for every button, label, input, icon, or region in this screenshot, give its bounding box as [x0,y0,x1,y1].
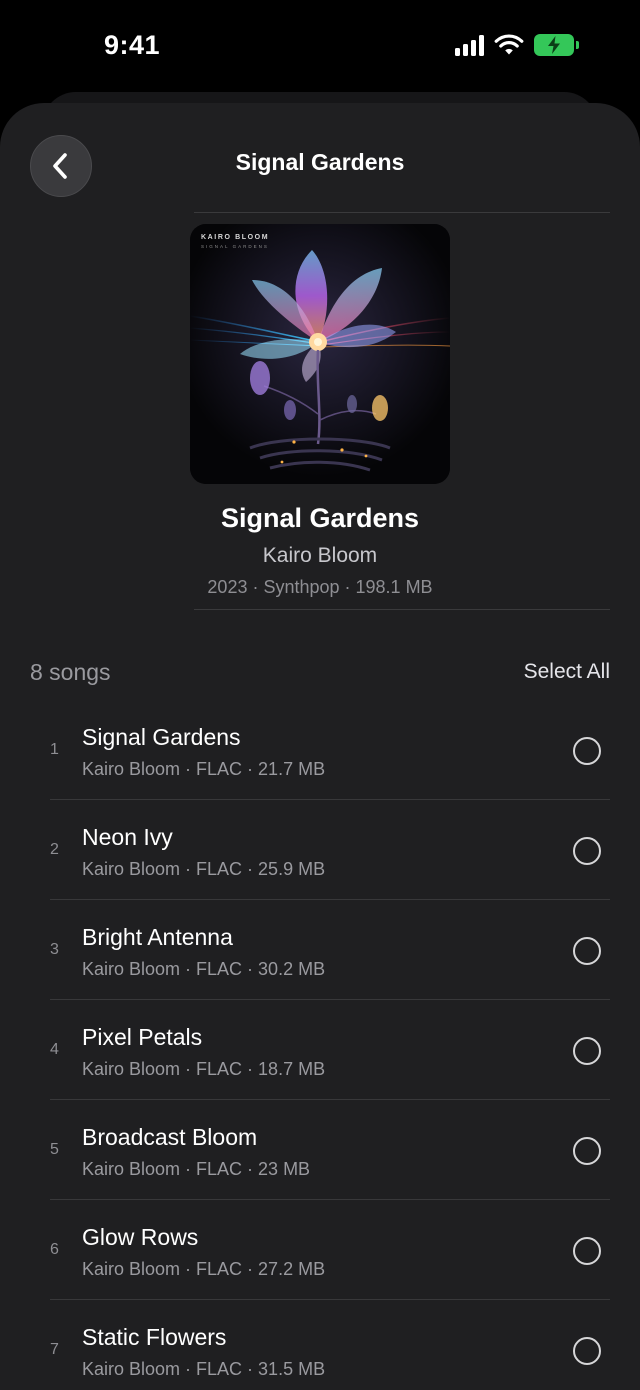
album-cover-art [190,224,450,484]
track-row[interactable]: 4 Pixel Petals Kairo Bloom · FLAC · 18.7 M… [0,1000,640,1100]
track-number: 7 [50,1341,59,1358]
screen: 9:41 Signal Gardens KAIRO BLOOM SIGNAL G… [0,0,640,1390]
track-number: 6 [50,1241,59,1258]
wifi-icon [494,34,524,55]
status-bar: 9:41 [0,0,640,92]
track-number: 5 [50,1141,59,1158]
select-all-button[interactable]: Select All [524,660,610,684]
status-time: 9:41 [104,30,161,60]
track-subtitle: Kairo Bloom · FLAC · 23 MB [82,1159,311,1179]
cover-artist-text: KAIRO BLOOM [201,234,270,241]
track-number: 1 [50,741,59,758]
track-row[interactable]: 3 Bright Antenna Kairo Bloom · FLAC · 30.2… [0,900,640,1000]
track-subtitle: Kairo Bloom · FLAC · 27.2 MB [82,1259,326,1279]
track-number: 3 [50,941,59,958]
track-title: Static Flowers [82,1324,227,1350]
track-title: Bright Antenna [82,924,233,950]
header-divider [194,212,610,213]
track-subtitle: Kairo Bloom · FLAC · 18.7 MB [82,1059,326,1079]
cover-album-text: SIGNAL GARDENS [201,244,269,249]
track-list: 1 Signal Gardens Kairo Bloom · FLAC · 21.7… [0,700,640,1390]
circle-outline-icon[interactable] [573,1237,601,1265]
track-number: 4 [50,1041,59,1058]
circle-outline-icon[interactable] [573,1137,601,1165]
cellular-signal-icon [455,34,484,56]
track-row[interactable]: 7 Static Flowers Kairo Bloom · FLAC · 31.5… [0,1300,640,1390]
circle-outline-icon[interactable] [573,937,601,965]
track-subtitle: Kairo Bloom · FLAC · 21.7 MB [82,759,326,779]
album-divider [194,609,610,610]
track-title: Broadcast Bloom [82,1124,258,1150]
track-title: Signal Gardens [82,724,241,750]
track-subtitle: Kairo Bloom · FLAC · 31.5 MB [82,1359,326,1379]
status-icons [455,34,579,56]
album-cover: KAIRO BLOOM SIGNAL GARDENS [190,224,450,484]
circle-outline-icon[interactable] [573,1337,601,1365]
circle-outline-icon[interactable] [573,837,601,865]
circle-outline-icon[interactable] [573,737,601,765]
track-row[interactable]: 1 Signal Gardens Kairo Bloom · FLAC · 21.7… [0,700,640,800]
track-title: Glow Rows [82,1224,199,1250]
album-artist[interactable]: Kairo Bloom [0,544,640,568]
battery-charging-icon [534,34,579,56]
track-number: 2 [50,841,59,858]
track-row[interactable]: 2 Neon Ivy Kairo Bloom · FLAC · 25.9 MB [0,800,640,900]
track-subtitle: Kairo Bloom · FLAC · 30.2 MB [82,959,326,979]
track-subtitle: Kairo Bloom · FLAC · 25.9 MB [82,859,326,879]
track-title: Neon Ivy [82,824,173,850]
songs-count: 8 songs [30,659,111,685]
track-row[interactable]: 5 Broadcast Bloom Kairo Bloom · FLAC · 23 … [0,1100,640,1200]
track-row[interactable]: 6 Glow Rows Kairo Bloom · FLAC · 27.2 MB [0,1200,640,1300]
track-title: Pixel Petals [82,1024,203,1050]
album-sheet: Signal Gardens KAIRO BLOOM SIGNAL GARDEN… [0,103,640,1390]
album-meta: 2023 · Synthpop · 198.1 MB [207,577,433,597]
album-title: Signal Gardens [220,503,420,533]
bolt-icon [548,36,560,54]
circle-outline-icon[interactable] [573,1037,601,1065]
nav-title: Signal Gardens [235,149,405,175]
